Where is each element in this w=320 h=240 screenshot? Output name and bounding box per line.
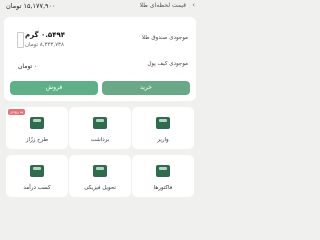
invoices-tile[interactable]: فاکتورها (132, 155, 194, 197)
gold-price-label: قیمت لحظه‌ای طلا (139, 2, 186, 9)
savings-plan-label: طرح زرّاز (25, 137, 49, 143)
gold-balance-amount: ۰.۵۴۹۴ گرم (25, 31, 66, 39)
savings-plan-tile[interactable]: به زودی طرح زرّاز (6, 107, 68, 149)
wallet-balance-label: موجودی کیف پول (147, 61, 188, 67)
deposit-label: واریز (157, 137, 169, 143)
withdraw-label: برداشت (90, 137, 110, 143)
earn-income-label: کسب درآمد (23, 185, 51, 191)
copy-icon[interactable] (17, 32, 24, 48)
earn-income-tile[interactable]: کسب درآمد (6, 155, 68, 197)
account-card: موجودی صندوق طلا ۰.۵۴۹۴ گرم ۸,۳۴۳,۷۳۸ تو… (4, 17, 196, 101)
services-grid: واریز برداشت به زودی طرح زرّاز فاکتورها … (4, 107, 196, 200)
coming-soon-badge: به زودی (8, 109, 26, 115)
sell-button[interactable]: فروش (10, 81, 98, 95)
wallet-balance-amount: ۰ تومان (18, 63, 38, 70)
gold-bar-icon (93, 165, 107, 177)
gold-balance-label: موجودی صندوق طلا (141, 35, 188, 41)
gold-price-value: ۱۵,۱۷۷,۹۰۰ تومان (6, 2, 56, 10)
gold-balance-toman: ۸,۳۴۳,۷۳۸ تومان (25, 42, 64, 48)
buy-button[interactable]: خرید (102, 81, 190, 95)
chevron-icon: ‹ (192, 1, 195, 9)
gold-price-bar[interactable]: ۱۵,۱۷۷,۹۰۰ تومان قیمت لحظه‌ای طلا ‹ (0, 0, 200, 14)
invoice-icon (156, 165, 170, 177)
deposit-tile[interactable]: واریز (132, 107, 194, 149)
physical-delivery-tile[interactable]: تحویل فیزیکی (69, 155, 131, 197)
wallet-icon (156, 117, 170, 129)
wallet-icon (93, 117, 107, 129)
physical-delivery-label: تحویل فیزیکی (84, 185, 116, 191)
withdraw-tile[interactable]: برداشت (69, 107, 131, 149)
gift-icon (30, 117, 44, 129)
share-icon (30, 165, 44, 177)
invoices-label: فاکتورها (153, 185, 173, 191)
